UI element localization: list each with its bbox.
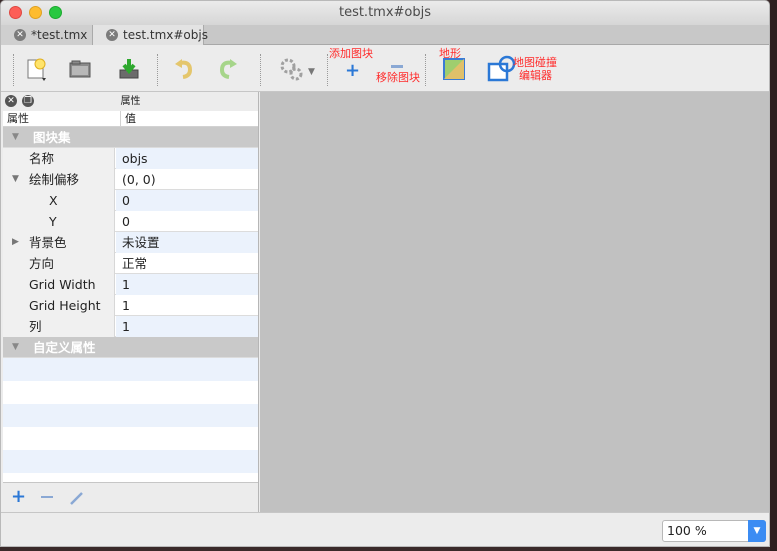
property-key: Grid Width (3, 274, 115, 295)
empty-row (3, 427, 258, 450)
group-label: 自定义属性 (33, 340, 96, 355)
property-value[interactable]: 正常 (116, 253, 258, 274)
properties-panel-header: ✕ ❐ 属性 (3, 92, 258, 111)
float-panel-icon[interactable]: ❐ (22, 95, 34, 107)
property-key: Grid Height (3, 295, 115, 316)
property-row-grid-height[interactable]: Grid Height 1 (3, 295, 258, 316)
window-title: test.tmx#objs (338, 5, 432, 20)
chevron-down-icon[interactable]: ▼ (748, 520, 766, 542)
column-header-property[interactable]: 属性 (7, 111, 29, 127)
close-panel-icon[interactable]: ✕ (5, 95, 17, 107)
tab-test-tmx-objs[interactable]: ✕ test.tmx#objs (92, 25, 208, 45)
close-tab-icon[interactable]: ✕ (14, 29, 26, 41)
properties-column-header: 属性 值 (3, 111, 258, 127)
add-tile-annotation: 添加图块 (329, 47, 373, 60)
property-key: 背景色 (3, 232, 115, 253)
property-row-draw-offset[interactable]: 绘制偏移 ▼ (0, 0) (3, 169, 258, 190)
empty-row (3, 404, 258, 427)
remove-tile-minus-icon[interactable] (391, 65, 403, 68)
tileset-settings-gear-icon[interactable] (278, 56, 304, 82)
toolbar-separator (260, 54, 261, 86)
property-key: X (3, 190, 115, 211)
main-toolbar: ▼ 添加图块 + 移除图块 地形 地图碰撞 编辑器 (1, 46, 769, 92)
expanded-triangle-icon[interactable]: ▼ (12, 169, 19, 190)
property-value[interactable]: 0 (116, 211, 258, 232)
zoom-window-button[interactable] (49, 6, 62, 19)
toolbar-separator (425, 54, 426, 86)
zoom-select[interactable]: 100 % ▼ (662, 520, 766, 542)
redo-icon[interactable] (215, 56, 241, 82)
property-value[interactable]: 未设置 (116, 232, 258, 253)
property-row-name[interactable]: 名称 objs (3, 148, 258, 169)
save-download-icon[interactable] (116, 56, 142, 82)
property-value[interactable]: objs (116, 148, 258, 169)
property-value[interactable]: 0 (116, 190, 258, 211)
chevron-down-icon[interactable]: ▼ (308, 67, 315, 77)
edit-property-pencil-icon[interactable] (69, 490, 85, 506)
close-window-button[interactable] (9, 6, 22, 19)
property-key: 方向 (3, 253, 115, 274)
zoom-value: 100 % (667, 523, 707, 538)
property-key: Y (3, 211, 115, 232)
property-value[interactable]: 1 (116, 274, 258, 295)
tab-label: test.tmx#objs (123, 28, 208, 42)
remove-property-minus-icon[interactable] (41, 496, 53, 498)
collision-editor-annotation-line2: 编辑器 (519, 69, 552, 82)
group-row-custom-properties[interactable]: ▼ 自定义属性 (3, 337, 258, 358)
close-tab-icon[interactable]: ✕ (106, 29, 118, 41)
property-key: 列 (3, 316, 115, 337)
add-tile-plus-icon[interactable]: + (345, 60, 360, 81)
collapsed-triangle-icon[interactable]: ▶ (12, 232, 19, 253)
property-value[interactable]: 1 (116, 316, 258, 337)
property-value[interactable]: 1 (116, 295, 258, 316)
property-row-grid-width[interactable]: Grid Width 1 (3, 274, 258, 295)
tab-label: *test.tmx (31, 28, 88, 42)
add-property-plus-icon[interactable]: + (11, 486, 26, 507)
property-row-background-color[interactable]: 背景色 ▶ 未设置 (3, 232, 258, 253)
empty-row (3, 358, 258, 381)
property-row-orientation[interactable]: 方向 正常 (3, 253, 258, 274)
property-key: 名称 (3, 148, 115, 169)
toolbar-separator (157, 54, 158, 86)
property-key: 绘制偏移 (3, 169, 115, 190)
empty-row (3, 381, 258, 404)
properties-panel-footer: + (3, 482, 258, 512)
property-row-columns[interactable]: 列 1 (3, 316, 258, 337)
tileset-canvas[interactable] (260, 92, 769, 512)
column-header-value[interactable]: 值 (120, 111, 136, 127)
document-tab-bar: ✕ *test.tmx ✕ test.tmx#objs (1, 25, 769, 45)
desktop-background (770, 0, 777, 551)
property-grid: ▼ 图块集 名称 objs 绘制偏移 ▼ (0, 0) X 0 Y 0 背景色 (3, 127, 258, 473)
minimize-window-button[interactable] (29, 6, 42, 19)
terrain-editor-icon[interactable] (441, 56, 467, 82)
status-bar: 100 % ▼ (1, 512, 769, 546)
property-value[interactable]: (0, 0) (116, 169, 258, 190)
app-window: test.tmx#objs ✕ *test.tmx ✕ test.tmx#obj… (0, 0, 770, 547)
group-row-tileset[interactable]: ▼ 图块集 (3, 127, 258, 148)
group-label: 图块集 (33, 130, 71, 145)
toolbar-separator (13, 54, 14, 86)
toolbar-separator (327, 54, 328, 86)
undo-icon[interactable] (171, 56, 197, 82)
property-row-y[interactable]: Y 0 (3, 211, 258, 232)
open-folder-icon[interactable] (67, 56, 93, 82)
title-bar: test.tmx#objs (1, 1, 769, 25)
properties-panel-title: 属性 (120, 96, 141, 107)
properties-panel: ✕ ❐ 属性 属性 值 ▼ 图块集 名称 objs 绘制偏移 ▼ (0, 0) … (3, 92, 259, 512)
new-tileset-icon[interactable] (24, 56, 50, 82)
empty-row (3, 450, 258, 473)
collision-editor-annotation-line1: 地图碰撞 (513, 56, 557, 69)
remove-tile-annotation: 移除图块 (376, 71, 420, 84)
tab-test-tmx[interactable]: ✕ *test.tmx (1, 25, 92, 45)
property-row-x[interactable]: X 0 (3, 190, 258, 211)
